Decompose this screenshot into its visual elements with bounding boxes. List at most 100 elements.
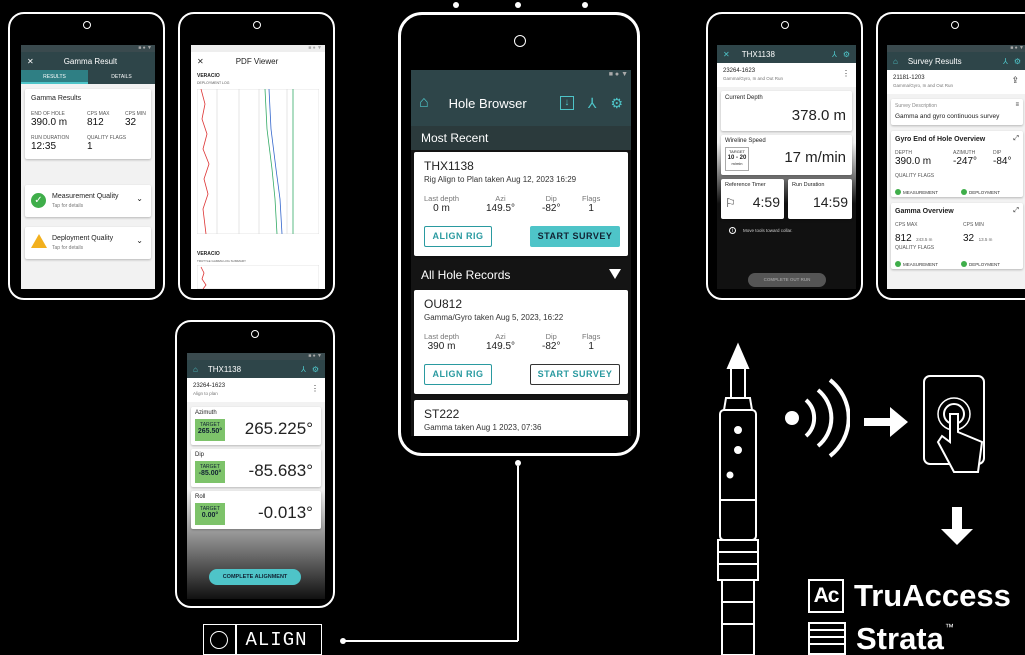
target-value: 0.00° [201, 512, 219, 519]
close-icon[interactable]: ✕ [27, 57, 34, 66]
settings-icon[interactable]: ⚙ [610, 95, 623, 112]
settings-icon[interactable]: ⚙ [1014, 57, 1021, 66]
dip-card: Dip TARGET -85.00° -85.683° [191, 449, 321, 487]
survey-title: Survey Results [907, 56, 962, 66]
drill-probe-illustration [717, 342, 759, 655]
wireless-signal-icon [785, 378, 850, 458]
start-survey-button[interactable]: START SURVEY [530, 226, 620, 247]
pdf-subtitle: DEPLOYMENT LOG [197, 81, 230, 85]
run-title: THX1138 [741, 49, 775, 59]
settings-icon[interactable]: ⚙ [312, 365, 319, 374]
depth-value: 0 m [433, 203, 450, 214]
desc-value: Gamma and gyro continuous survey [895, 113, 1000, 120]
gamma-log-plot [197, 89, 319, 234]
record-id: ST222 [424, 407, 460, 421]
complete-alignment-button[interactable]: COMPLETE ALIGNMENT [209, 569, 301, 585]
pdf-brand: VERACIO [197, 73, 220, 79]
gamma-screen: ■ ● ▼ ✕ Gamma Result RESULTS DETAILS Gam… [21, 45, 155, 289]
gamma-title: Gamma Result [63, 56, 118, 66]
stat-value: 12:35 [31, 141, 57, 152]
gyro-overview-card: Gyro End of Hole Overview ⤢ DEPTH 390.0 m… [891, 131, 1023, 197]
phone-survey-results: ■ ● ▼ ⌂ Survey Results ⅄ ⚙ 21181-1203 Ga… [876, 12, 1025, 300]
browser-screen: ■ ● ▼ ⌂ Hole Browser ↓ ⅄ ⚙ Most Recent T… [411, 70, 631, 436]
azimuth-value: 265.225° [244, 419, 313, 438]
deployment-quality-item[interactable]: Deployment Quality Tap for details ⌄ [25, 227, 151, 259]
deployment-chip: DEPLOYMENT [969, 261, 1001, 267]
status-bar: ■ ● ▼ [21, 45, 155, 52]
azi-value: 149.5° [486, 203, 516, 214]
tab-results[interactable]: RESULTS [21, 70, 88, 84]
current-depth-card: Current Depth 378.0 m [721, 91, 852, 131]
home-icon[interactable]: ⌂ [893, 57, 898, 66]
target-label: TARGET [729, 149, 745, 154]
measurement-quality-item[interactable]: ✓ Measurement Quality Tap for details ⌄ [25, 185, 151, 217]
roll-target: TARGET 0.00° [195, 503, 225, 525]
network-icon[interactable]: ⅄ [588, 95, 597, 112]
close-icon[interactable]: ✕ [197, 57, 204, 66]
tab-details[interactable]: DETAILS [88, 70, 155, 84]
record-card-thx1138[interactable]: THX1138 Rig Align to Plan taken Aug 12, … [414, 152, 628, 256]
check-icon [895, 189, 901, 195]
most-recent-header: Most Recent [411, 126, 631, 150]
home-icon[interactable]: ⌂ [193, 365, 198, 374]
align-rig-button[interactable]: ALIGN RIG [424, 364, 492, 385]
more-icon[interactable]: ⋮ [311, 384, 319, 393]
stat-label: CPS MAX [895, 222, 918, 228]
more-icon[interactable]: ⋮ [842, 69, 850, 78]
speed-value: 17 m/min [784, 149, 846, 166]
all-records-header: All Hole Records [411, 262, 631, 288]
start-survey-button[interactable]: START SURVEY [530, 364, 620, 385]
align-rig-button[interactable]: ALIGN RIG [424, 226, 492, 247]
dot [515, 2, 521, 8]
edit-icon[interactable]: ≡ [1015, 102, 1019, 108]
network-icon[interactable]: ⅄ [1003, 57, 1008, 66]
depth-label: Current Depth [725, 95, 763, 101]
speed-label: Wireline Speed [725, 138, 766, 144]
dip-value: -82° [542, 341, 561, 352]
reference-timer-card: Reference Timer ⚐ 4:59 [721, 179, 784, 219]
phone-pdf-viewer: ■ ● ▼ ✕ PDF Viewer VERACIO DEPLOYMENT LO… [178, 12, 335, 300]
record-id: THX1138 [424, 159, 474, 173]
status-bar: ■ ● ▼ [887, 45, 1025, 52]
depth-value: 390 m [427, 341, 456, 352]
complete-out-run-button[interactable]: COMPLETE OUT RUN [748, 273, 826, 287]
share-icon[interactable]: ⇪ [1011, 75, 1019, 86]
flags-label: Flags [582, 194, 601, 203]
run-duration-card: Run Duration 14:59 [788, 179, 852, 219]
status-bar: ■ ● ▼ [187, 353, 325, 360]
gamma-results-card: Gamma Results END OF HOLE 390.0 m CPS MAX… [25, 89, 151, 159]
gamma-results-heading: Gamma Results [31, 95, 82, 102]
stat-value: -247° [953, 156, 978, 167]
strata-text: Strata [856, 621, 944, 655]
pdf-toolbar: ✕ PDF Viewer [191, 52, 325, 70]
touch-tablet-icon [923, 375, 985, 473]
network-icon[interactable]: ⅄ [301, 365, 306, 374]
record-card-ou812[interactable]: OU812 Gamma/Gyro taken Aug 5, 2023, 16:2… [414, 290, 628, 394]
hole-sub: Gamma/Gyro, In and Out Run [723, 76, 784, 81]
home-icon[interactable]: ⌂ [419, 94, 429, 112]
azimuth-label: Azimuth [195, 410, 217, 416]
deployment-sub: Tap for details [52, 245, 84, 251]
record-card-st222[interactable]: ST222 Gamma taken Aug 1 2023, 07:36 [414, 400, 628, 436]
settings-icon[interactable]: ⚙ [843, 50, 850, 59]
expand-icon[interactable]: ⤢ [1013, 207, 1019, 215]
strata-logo: Strata ™ [808, 622, 954, 655]
close-icon[interactable]: ✕ [723, 50, 730, 59]
align-logo-circle [210, 630, 228, 649]
check-icon [961, 189, 967, 195]
stat-value: 390.0 m [31, 117, 68, 128]
filter-icon[interactable] [609, 269, 621, 279]
quality-flags-label: QUALITY FLAGS [895, 173, 935, 179]
stat-value: 32 [963, 233, 975, 244]
run-hole-header: 23264-1623 Gamma/Gyro, In and Out Run ⋮ [717, 63, 856, 87]
hole-sub: Gamma/Gyro, In and Out Run [893, 83, 954, 88]
browser-toolbar: ⌂ Hole Browser ↓ ⅄ ⚙ [411, 80, 631, 126]
check-icon [961, 261, 967, 267]
network-icon[interactable]: ⅄ [832, 50, 837, 59]
survey-hole-header: 21181-1203 Gamma/Gyro, In and Out Run ⇪ [887, 70, 1025, 94]
stat-value: 32 [125, 117, 137, 128]
expand-icon[interactable]: ⤢ [1013, 135, 1019, 143]
download-icon[interactable]: ↓ [559, 96, 574, 110]
survey-description-field[interactable]: Survey Description ≡ Gamma and gyro cont… [891, 99, 1023, 125]
timer-label: Reference Timer [725, 182, 766, 188]
